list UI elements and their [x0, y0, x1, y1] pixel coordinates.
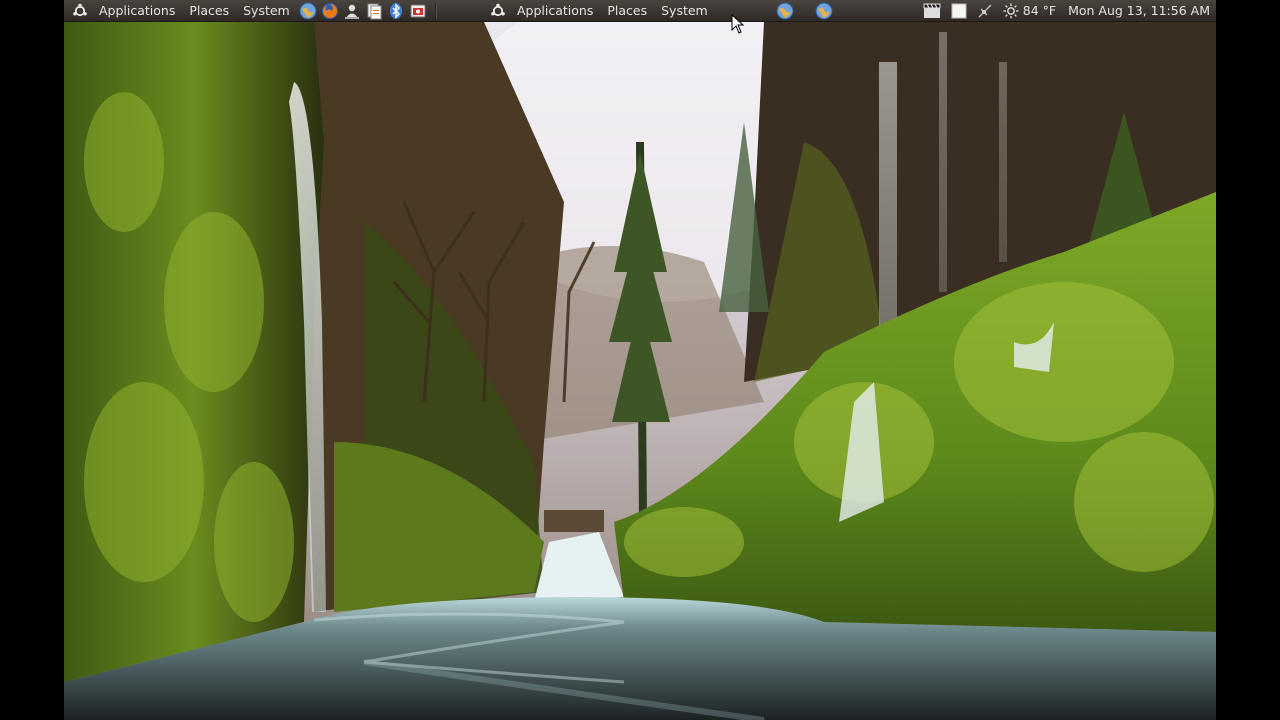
panel-middle-menus: Applications Places System — [490, 0, 835, 22]
network-signal-icon[interactable] — [977, 3, 993, 19]
ubuntu-logo-icon[interactable] — [490, 3, 506, 19]
files-icon[interactable] — [364, 1, 384, 21]
menu-system[interactable]: System — [236, 0, 297, 22]
menu-places[interactable]: Places — [182, 0, 236, 22]
menu-applications-2[interactable]: Applications — [510, 0, 600, 22]
panel-left-menus: Applications Places System — [72, 0, 443, 22]
user-switch-icon[interactable] — [342, 1, 362, 21]
desktop-wallpaper — [64, 22, 1216, 720]
network-globe-icon[interactable] — [775, 1, 795, 21]
desktop-screen: Applications Places System Applications … — [64, 0, 1216, 720]
network-globe-icon[interactable] — [298, 1, 318, 21]
top-panel: Applications Places System Applications … — [64, 0, 1216, 22]
clapperboard-icon[interactable] — [923, 3, 941, 19]
weather-temperature[interactable]: 84 °F — [1023, 3, 1056, 18]
panel-tray: 84 °F Mon Aug 13, 11:56 AM — [923, 0, 1210, 22]
menu-system-2[interactable]: System — [654, 0, 715, 22]
menu-places-2[interactable]: Places — [600, 0, 654, 22]
panel-clock[interactable]: Mon Aug 13, 11:56 AM — [1068, 3, 1210, 18]
screenshot-icon[interactable] — [408, 1, 428, 21]
mouse-pointer-icon — [731, 14, 745, 34]
network-globe-icon[interactable] — [814, 1, 834, 21]
firefox-icon[interactable] — [320, 1, 340, 21]
notes-icon[interactable] — [951, 3, 967, 19]
bluetooth-icon[interactable] — [386, 1, 406, 21]
ubuntu-logo-icon[interactable] — [72, 3, 88, 19]
panel-separator — [434, 2, 437, 19]
menu-applications[interactable]: Applications — [92, 0, 182, 22]
weather-sun-icon[interactable] — [1003, 3, 1019, 19]
